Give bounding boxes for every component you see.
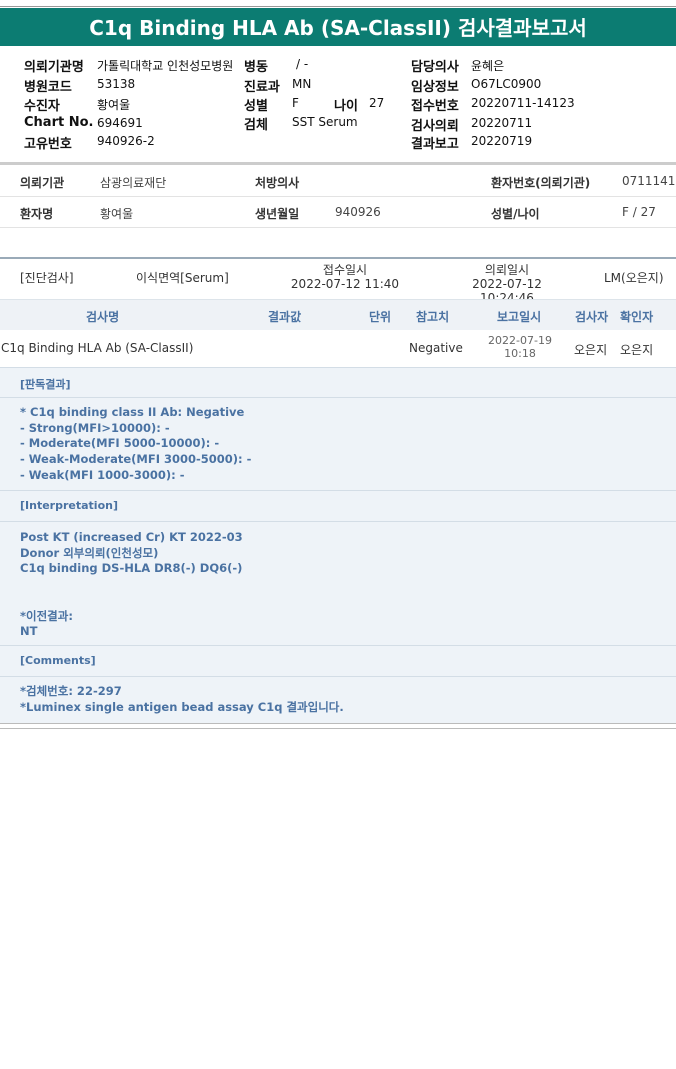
diag-specimen: 이식면역[Serum] (136, 271, 229, 285)
chart-value: 694691 (97, 116, 143, 130)
birth-label: 생년월일 (255, 207, 300, 221)
report-date-value: 20220719 (471, 134, 533, 148)
client-value: 가톨릭대학교 인천성모병원 (97, 59, 234, 73)
col-report-date: 보고일시 (497, 310, 542, 324)
section-line: *검체번호: 22-297 (20, 684, 122, 698)
diagnosis-row: [진단검사] 이식면역[Serum] 접수일시 2022-07-12 11:40… (0, 259, 676, 305)
pno-value: 071114123 (622, 174, 676, 188)
section-line: Post KT (increased Cr) KT 2022-03 (20, 530, 243, 544)
sexage-label: 성별/나이 (491, 207, 540, 221)
col-result: 결과값 (268, 310, 302, 324)
patient-info: 의뢰기관 삼광의료재단 처방의사 환자번호(의뢰기관) 071114123 환자… (0, 166, 676, 228)
col-confirmer: 확인자 (620, 310, 654, 324)
lab-person: LM(오은지) (604, 271, 664, 285)
bottom-rule-2 (0, 728, 676, 729)
clinical-value: O67LC0900 (471, 77, 542, 91)
comments-body: *검체번호: 22-297 *Luminex single antigen bea… (0, 676, 676, 723)
requested-label: 의뢰일시 (484, 263, 530, 277)
chart-label: Chart No. (24, 115, 94, 130)
section-line: C1q binding DS-HLA DR8(-) DQ6(-) (20, 561, 243, 576)
request-label: 검사의뢰 (411, 119, 459, 134)
name-value: 황여울 (100, 207, 134, 221)
section-line: NT (20, 624, 38, 639)
test-reference: Negative (409, 341, 463, 355)
col-reference: 참고치 (416, 310, 450, 324)
pno-label: 환자번호(의뢰기관) (491, 176, 591, 190)
section-line: - Strong(MFI>10000): - (20, 420, 170, 435)
test-report-date: 2022-07-19 10:18 (480, 334, 560, 360)
request-value: 20220711 (471, 116, 533, 130)
received-label: 접수일시 (322, 263, 368, 277)
age-value: 27 (369, 96, 385, 110)
section-line (0, 577, 676, 593)
org-label: 의뢰기관 (20, 176, 65, 190)
col-tester: 검사자 (575, 310, 609, 324)
presc-label: 처방의사 (255, 176, 300, 190)
doctor-label: 담당의사 (411, 60, 459, 75)
birth-value: 940926 (335, 205, 381, 219)
section-line: - Moderate(MFI 5000-10000): - (20, 436, 220, 451)
info-row: 환자명 황여울 생년월일 940926 성별/나이 F / 27 (0, 197, 676, 228)
section-line: *Luminex single antigen bead assay C1q 결… (20, 699, 344, 714)
test-name: C1q Binding HLA Ab (SA-ClassII) (1, 341, 194, 355)
report-header: 의뢰기관명 가톨릭대학교 인천성모병원 병동 / - 담당의사 윤혜은 병원코드… (0, 48, 676, 156)
dept-label: 진료과 (244, 80, 280, 95)
comments-header: [Comments] (0, 645, 676, 677)
interpretation-title: [Interpretation] (20, 499, 118, 512)
diag-type: [진단검사] (20, 271, 74, 285)
client-label: 의뢰기관명 (24, 60, 84, 75)
unique-value: 940926-2 (97, 134, 155, 148)
test-tester: 오은지 (574, 343, 608, 357)
test-confirmer: 오은지 (620, 343, 654, 357)
hospcode-label: 병원코드 (24, 80, 72, 95)
col-unit: 단위 (369, 310, 392, 324)
received-block: 접수일시 2022-07-12 11:40 (290, 263, 400, 291)
hospcode-value: 53138 (97, 77, 136, 91)
top-rule (0, 6, 676, 7)
comments-title: [Comments] (20, 654, 96, 667)
section-line: - Weak-Moderate(MFI 3000-5000): - (20, 452, 252, 467)
report-title: C1q Binding HLA Ab (SA-ClassII) 검사결과보고서 (0, 8, 676, 46)
section-line (0, 593, 676, 609)
table-row: C1q Binding HLA Ab (SA-ClassII) Negative… (0, 330, 676, 367)
bottom-rule (0, 723, 676, 724)
age-label: 나이 (334, 99, 358, 114)
patient-label: 수진자 (24, 99, 60, 114)
receipt-value: 20220711-14123 (471, 96, 575, 110)
received-value: 2022-07-12 11:40 (290, 277, 400, 291)
dept-value: MN (292, 77, 312, 91)
sex-label: 성별 (244, 99, 268, 114)
specimen-label: 검체 (244, 118, 268, 133)
header-divider (0, 162, 676, 165)
judgement-body: * C1q binding class II Ab: Negative - Str… (0, 397, 676, 490)
section-line: * C1q binding class II Ab: Negative (20, 405, 245, 419)
ward-value: / - (296, 57, 309, 71)
clinical-label: 임상정보 (411, 80, 459, 95)
interpretation-body: Post KT (increased Cr) KT 2022-03 Donor 외… (0, 521, 676, 645)
doctor-value: 윤혜은 (471, 59, 505, 73)
col-test-name: 검사명 (86, 310, 120, 324)
info-row: 의뢰기관 삼광의료재단 처방의사 환자번호(의뢰기관) 071114123 (0, 166, 676, 197)
table-header: 검사명 결과값 단위 참고치 보고일시 검사자 확인자 (0, 299, 676, 331)
interpretation-header: [Interpretation] (0, 490, 676, 522)
section-line: *이전결과: (20, 608, 73, 623)
section-line: Donor 외부의뢰(인천성모) (20, 545, 159, 560)
name-label: 환자명 (20, 207, 54, 221)
sex-value: F (292, 96, 299, 110)
judgement-header: [판독결과] (0, 367, 676, 398)
specimen-value: SST Serum (292, 115, 358, 129)
sexage-value: F / 27 (622, 205, 656, 219)
judgement-title: [판독결과] (20, 378, 71, 391)
patient-value: 황여울 (97, 98, 131, 112)
ward-label: 병동 (244, 60, 268, 75)
unique-label: 고유번호 (24, 137, 72, 152)
report-time: 10:18 (504, 347, 536, 360)
org-value: 삼광의료재단 (100, 176, 167, 190)
receipt-label: 접수번호 (411, 99, 459, 114)
section-line: - Weak(MFI 1000-3000): - (20, 467, 185, 482)
report-date-label: 결과보고 (411, 137, 459, 152)
report-date: 2022-07-19 (488, 334, 552, 347)
